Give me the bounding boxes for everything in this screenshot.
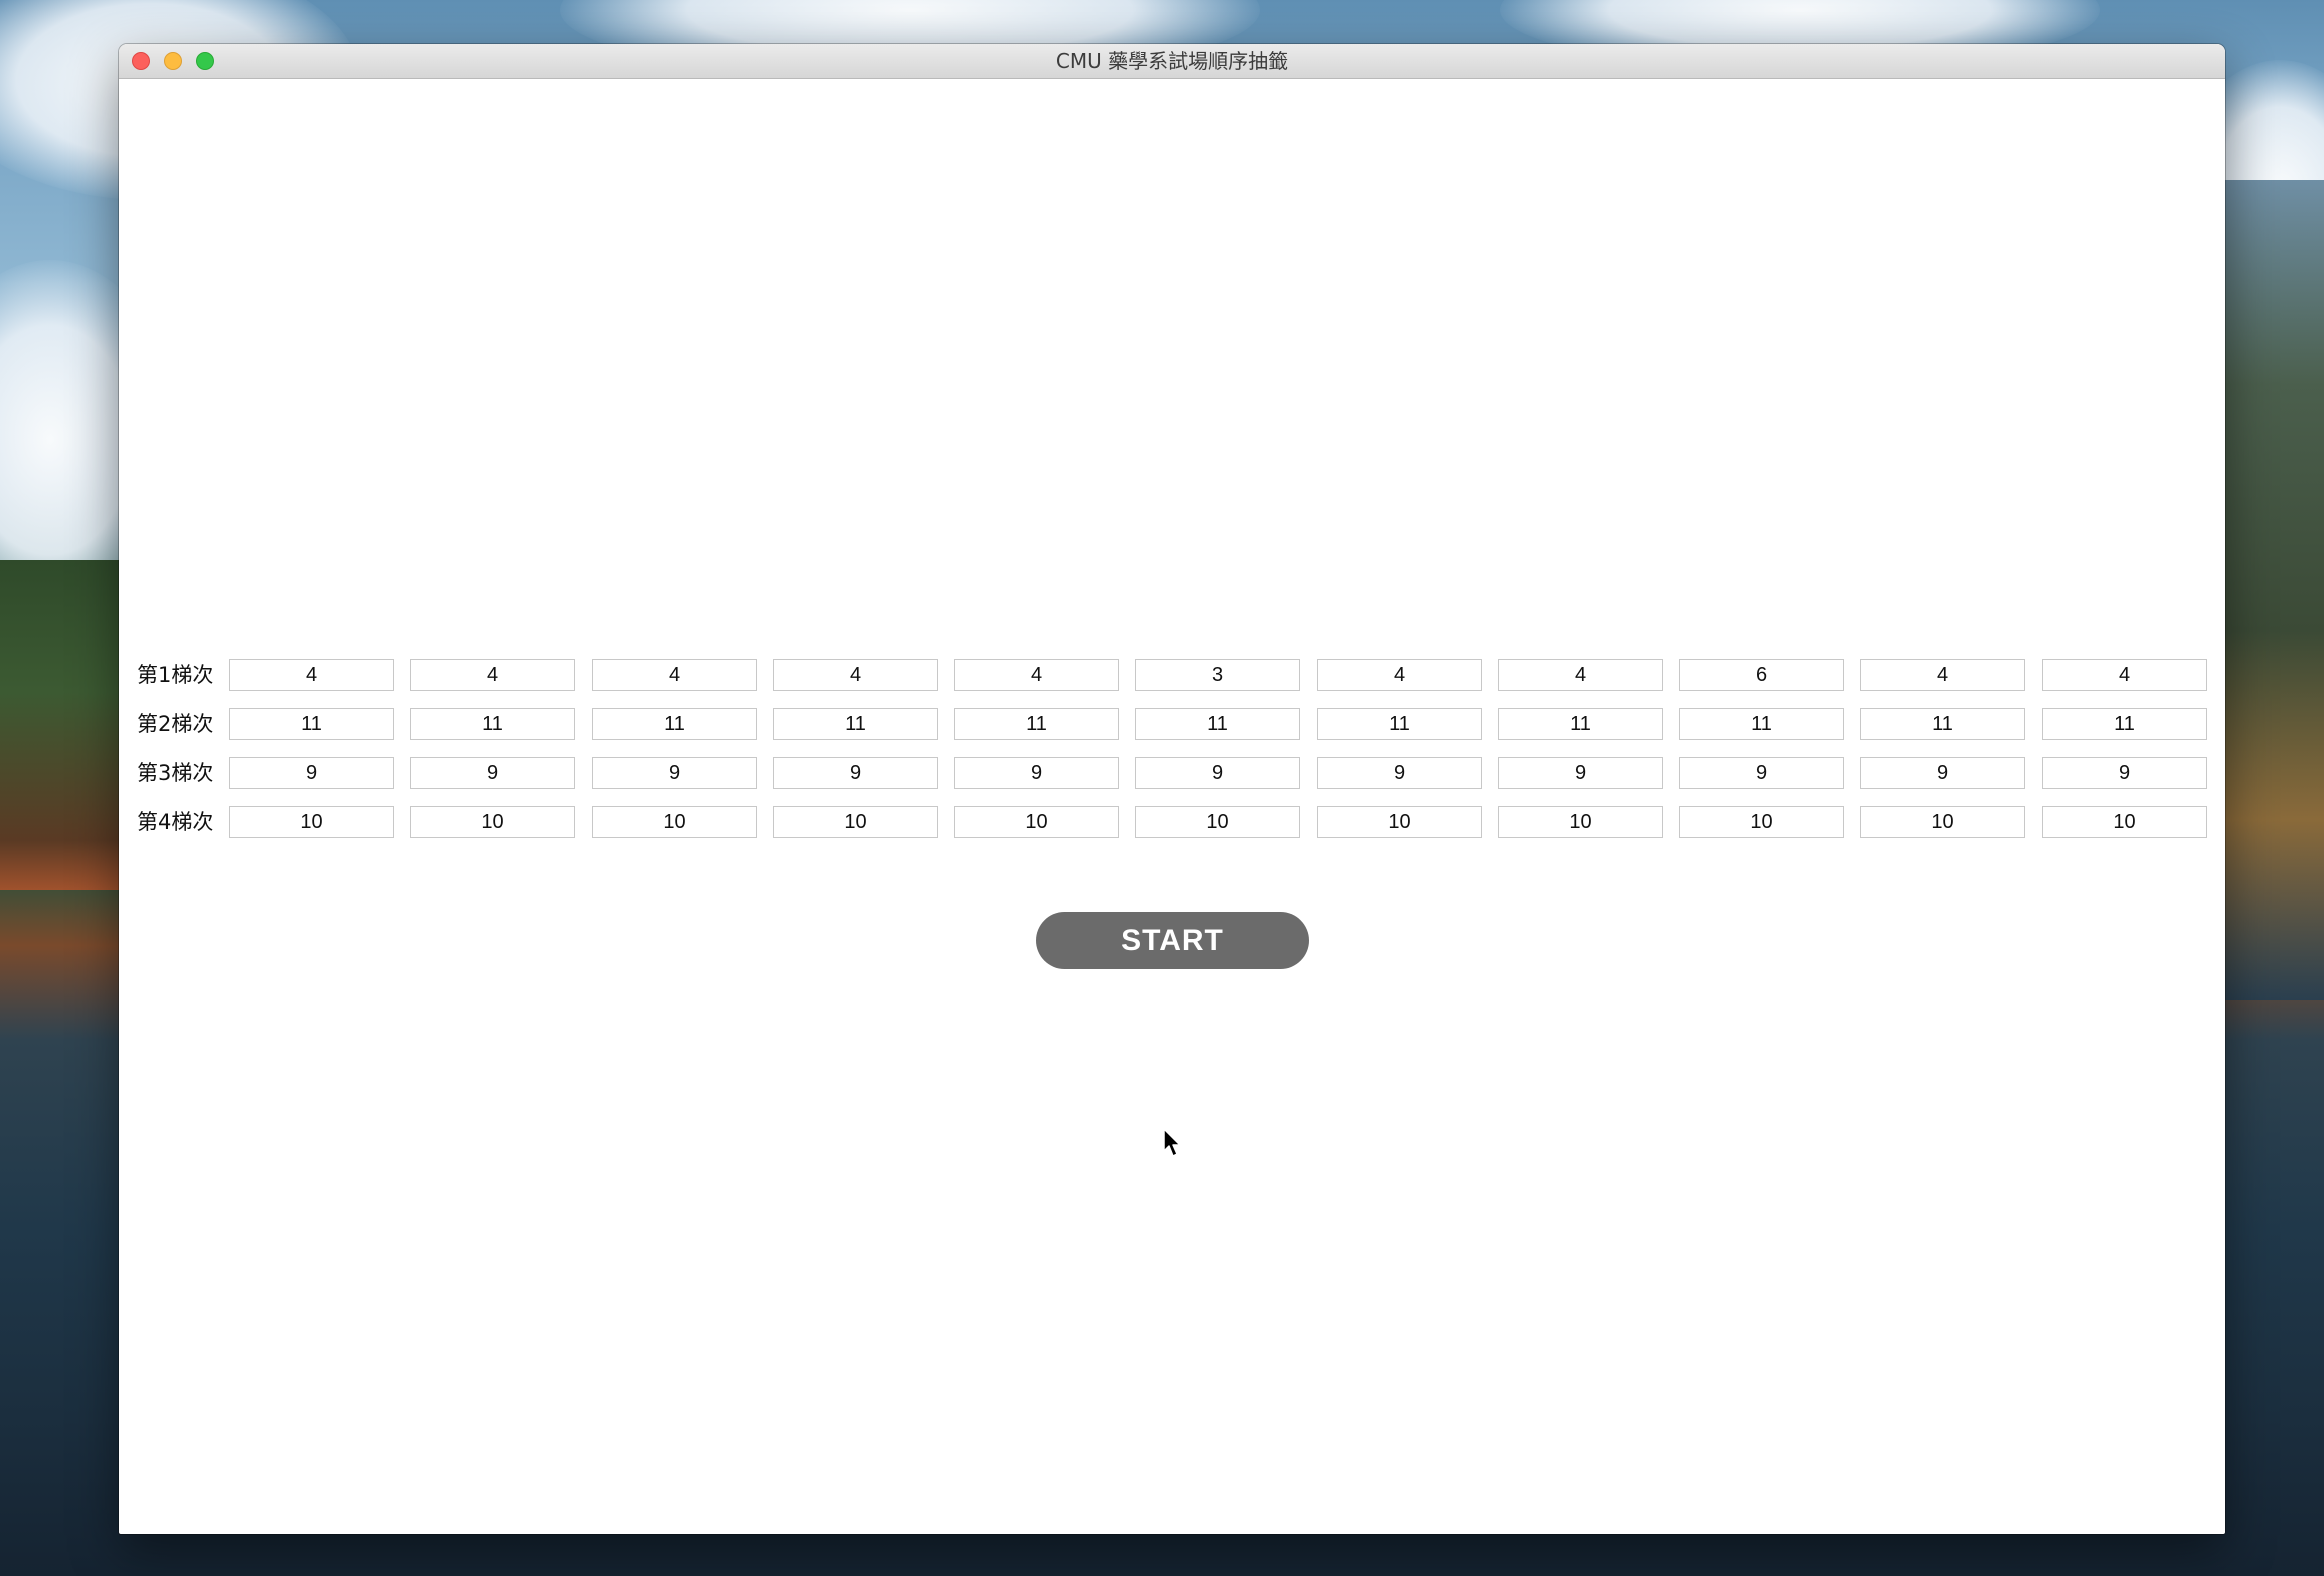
batch-2-slot-11-field[interactable]: 11 xyxy=(2042,708,2207,740)
wallpaper-trees-left xyxy=(0,560,130,890)
batch-4-slot-5-field[interactable]: 10 xyxy=(954,806,1119,838)
batch-row-label: 第1梯次 xyxy=(137,663,214,687)
batch-3-slot-8-field[interactable]: 9 xyxy=(1498,757,1663,789)
batch-4-slot-9-field[interactable]: 10 xyxy=(1679,806,1844,838)
batch-4-slot-11-field[interactable]: 10 xyxy=(2042,806,2207,838)
close-window-button[interactable] xyxy=(132,52,150,70)
batch-1-slot-2-field[interactable]: 4 xyxy=(410,659,575,691)
batch-1-slot-6-field[interactable]: 3 xyxy=(1135,659,1300,691)
batch-2-slot-5-field[interactable]: 11 xyxy=(954,708,1119,740)
batch-3-slot-1-field[interactable]: 9 xyxy=(229,757,394,789)
batch-4-slot-1-field[interactable]: 10 xyxy=(229,806,394,838)
zoom-window-button[interactable] xyxy=(196,52,214,70)
minimize-window-button[interactable] xyxy=(164,52,182,70)
batch-2-slot-2-field[interactable]: 11 xyxy=(410,708,575,740)
batch-1-slot-7-field[interactable]: 4 xyxy=(1317,659,1482,691)
batch-3-slot-2-field[interactable]: 9 xyxy=(410,757,575,789)
batch-4-slot-2-field[interactable]: 10 xyxy=(410,806,575,838)
batch-1-slot-1-field[interactable]: 4 xyxy=(229,659,394,691)
batch-2-slot-4-field[interactable]: 11 xyxy=(773,708,938,740)
wallpaper-trees-right xyxy=(2224,180,2324,1000)
batch-1-slot-5-field[interactable]: 4 xyxy=(954,659,1119,691)
batch-row-label: 第3梯次 xyxy=(137,761,214,785)
batch-2-slot-3-field[interactable]: 11 xyxy=(592,708,757,740)
batch-3-slot-10-field[interactable]: 9 xyxy=(1860,757,2025,789)
batch-3-slot-5-field[interactable]: 9 xyxy=(954,757,1119,789)
batch-2-slot-1-field[interactable]: 11 xyxy=(229,708,394,740)
batch-2-slot-8-field[interactable]: 11 xyxy=(1498,708,1663,740)
batch-2-slot-6-field[interactable]: 11 xyxy=(1135,708,1300,740)
batch-4-slot-3-field[interactable]: 10 xyxy=(592,806,757,838)
batch-2-slot-10-field[interactable]: 11 xyxy=(1860,708,2025,740)
batch-3-slot-3-field[interactable]: 9 xyxy=(592,757,757,789)
window-title: CMU 藥學系試場順序抽籤 xyxy=(1055,49,1289,73)
batch-1-slot-3-field[interactable]: 4 xyxy=(592,659,757,691)
mouse-cursor-icon xyxy=(1163,1128,1181,1157)
batch-1-slot-8-field[interactable]: 4 xyxy=(1498,659,1663,691)
batch-4-slot-7-field[interactable]: 10 xyxy=(1317,806,1482,838)
batch-3-slot-11-field[interactable]: 9 xyxy=(2042,757,2207,789)
batch-row-label: 第4梯次 xyxy=(137,810,214,834)
batch-3-slot-9-field[interactable]: 9 xyxy=(1679,757,1844,789)
batch-1-slot-4-field[interactable]: 4 xyxy=(773,659,938,691)
batch-1-slot-11-field[interactable]: 4 xyxy=(2042,659,2207,691)
app-window: CMU 藥學系試場順序抽籤 第1梯次 4 4 4 4 4 3 4 4 6 4 4 第2梯次 11 11 11 1… xyxy=(119,44,2225,1534)
batch-2-slot-9-field[interactable]: 11 xyxy=(1679,708,1844,740)
batch-4-slot-4-field[interactable]: 10 xyxy=(773,806,938,838)
batch-4-slot-8-field[interactable]: 10 xyxy=(1498,806,1663,838)
batch-1-slot-10-field[interactable]: 4 xyxy=(1860,659,2025,691)
batch-3-slot-4-field[interactable]: 9 xyxy=(773,757,938,789)
batch-4-slot-10-field[interactable]: 10 xyxy=(1860,806,2025,838)
start-button[interactable]: START xyxy=(1036,912,1309,969)
batch-1-slot-9-field[interactable]: 6 xyxy=(1679,659,1844,691)
batch-row-label: 第2梯次 xyxy=(137,712,214,736)
title-bar[interactable]: CMU 藥學系試場順序抽籤 xyxy=(119,44,2225,79)
batch-2-slot-7-field[interactable]: 11 xyxy=(1317,708,1482,740)
batch-3-slot-7-field[interactable]: 9 xyxy=(1317,757,1482,789)
batch-4-slot-6-field[interactable]: 10 xyxy=(1135,806,1300,838)
batch-3-slot-6-field[interactable]: 9 xyxy=(1135,757,1300,789)
